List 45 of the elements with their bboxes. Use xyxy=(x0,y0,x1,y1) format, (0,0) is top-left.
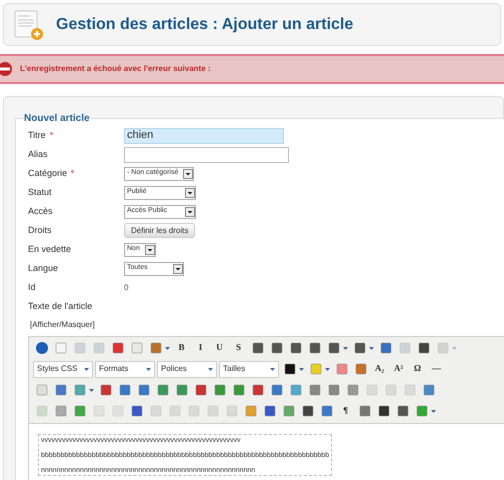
field-label: Id xyxy=(28,280,36,294)
caret-icon[interactable] xyxy=(145,244,155,254)
format-button[interactable]: S xyxy=(230,340,247,356)
field-label: Titre xyxy=(28,128,53,142)
field-label: Statut xyxy=(28,186,52,199)
format-button[interactable]: — xyxy=(428,360,445,378)
caret-icon[interactable] xyxy=(173,264,183,274)
toolbar-dropdown[interactable]: Styles CSS xyxy=(33,360,93,378)
dropdown-arrow-icon[interactable] xyxy=(430,408,437,414)
id-value: 0 xyxy=(124,282,128,294)
caret-icon[interactable] xyxy=(185,188,195,198)
define-rights-button[interactable]: Définir les droits xyxy=(124,223,196,238)
page-title: Gestion des articles : Ajouter un article xyxy=(56,14,354,34)
field-label: Langue xyxy=(28,262,58,275)
error-message: L'enregistrement a échoué avec l'erreur suivante : xyxy=(20,63,211,75)
toggle-editor-link[interactable]: [Afficher/Masquer] xyxy=(30,318,95,330)
format-button[interactable]: B xyxy=(173,340,190,356)
format-button[interactable]: A² xyxy=(390,360,407,378)
text-field[interactable] xyxy=(124,146,289,162)
dropdown-arrow-icon[interactable] xyxy=(298,366,305,372)
format-button[interactable]: Ω xyxy=(409,360,426,378)
toolbar-dropdown[interactable]: Polices xyxy=(157,360,217,378)
format-button[interactable]: U xyxy=(211,340,228,356)
dropdown-arrow-icon[interactable] xyxy=(164,344,171,352)
form-legend: Nouvel article xyxy=(24,111,90,126)
add-article-icon xyxy=(12,8,44,40)
format-button[interactable]: I xyxy=(192,340,209,356)
error-icon xyxy=(0,62,14,76)
dropdown-arrow-icon[interactable] xyxy=(368,344,375,352)
field-label: Alias xyxy=(28,148,48,161)
toolbar-dropdown[interactable]: Formats xyxy=(95,360,155,378)
field-label: En vedette xyxy=(28,242,72,256)
caret-icon[interactable] xyxy=(183,168,193,178)
article-text-label: Texte de l'article xyxy=(28,300,94,313)
format-button[interactable]: ¶ xyxy=(337,402,354,420)
field-label: Catégorie xyxy=(28,166,74,180)
dropdown-arrow-icon[interactable] xyxy=(88,386,95,394)
field-label: Accès xyxy=(28,204,53,218)
field-label: Droits xyxy=(28,224,52,237)
text-field[interactable]: chien xyxy=(124,128,284,144)
caret-icon[interactable] xyxy=(185,206,195,216)
toolbar-dropdown[interactable]: Tailles xyxy=(219,360,279,378)
format-button[interactable]: A₂ xyxy=(371,360,388,378)
dropdown-arrow-icon[interactable] xyxy=(324,366,331,372)
dropdown-arrow-icon[interactable] xyxy=(342,344,349,352)
